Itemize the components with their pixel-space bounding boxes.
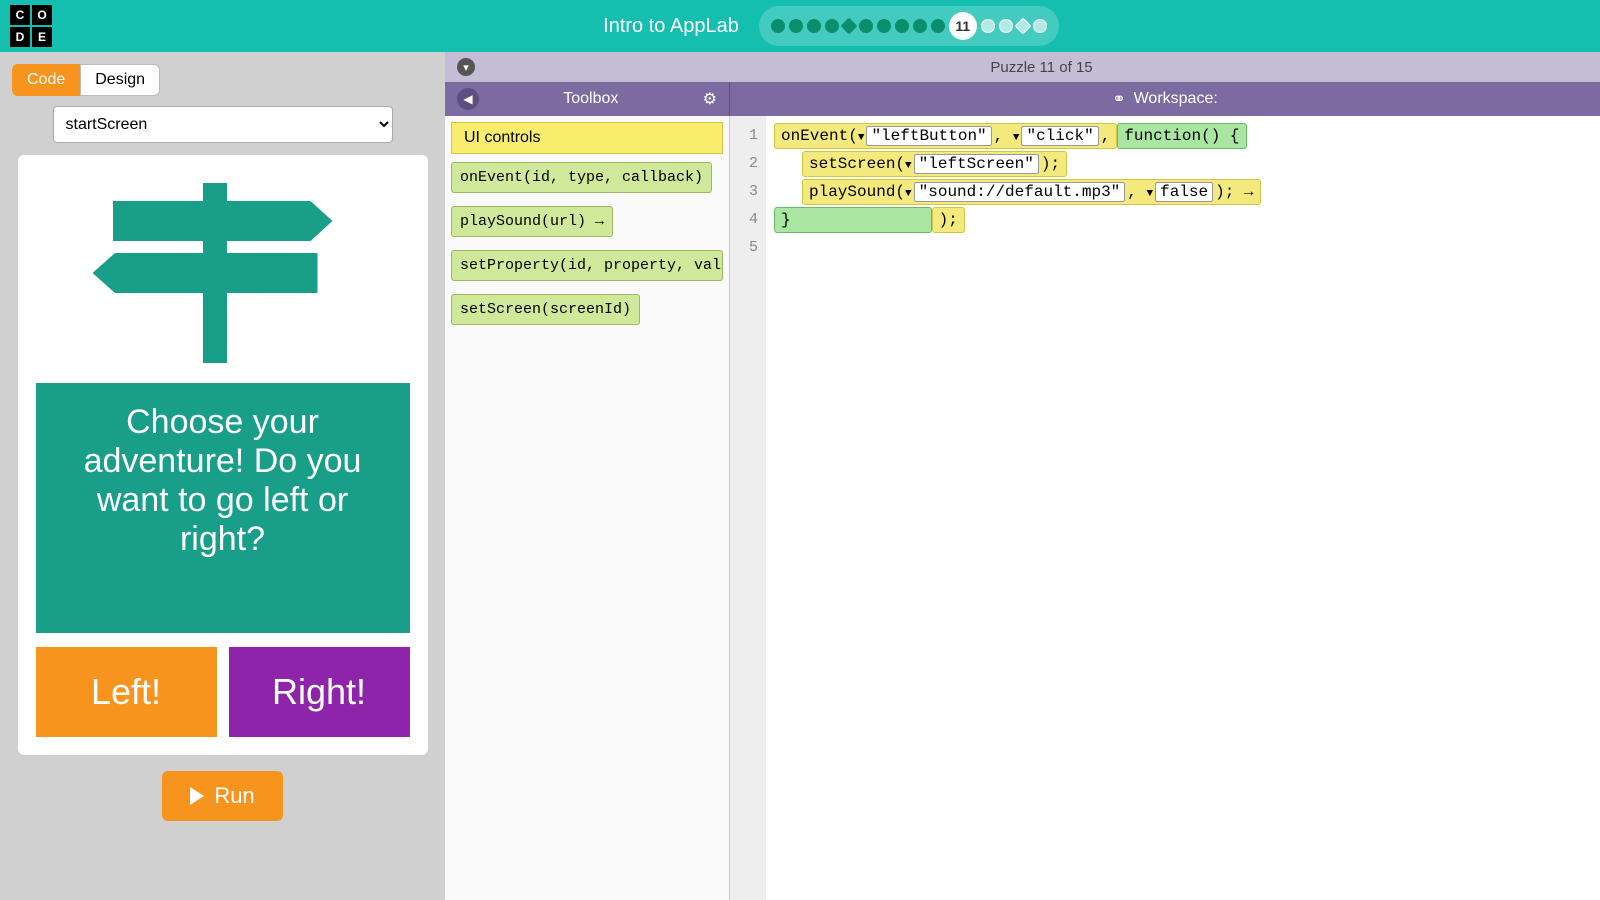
prompt-text: Choose your adventure! Do you want to go… [36, 383, 410, 633]
progress-current[interactable]: 11 [949, 12, 977, 40]
block-setscreen[interactable]: setScreen(screenId) [451, 294, 640, 325]
toolbox-panel: UI controls onEvent(id, type, callback) … [445, 116, 730, 900]
progress-bubble[interactable] [913, 19, 927, 33]
block-playsound[interactable]: playSound(url) → [451, 206, 613, 237]
screen-select[interactable]: startScreen [53, 106, 393, 143]
run-label: Run [214, 783, 254, 809]
tab-code[interactable]: Code [12, 64, 80, 96]
right-button[interactable]: Right! [229, 647, 410, 737]
block-onevent[interactable]: onEvent(id, type, callback) [451, 162, 712, 193]
puzzle-label: Puzzle 11 of 15 [495, 59, 1588, 76]
code-onevent[interactable]: onEvent(▼"leftButton", ▼"click", [774, 123, 1117, 149]
progress-bubble[interactable] [999, 19, 1013, 33]
block-setproperty[interactable]: setProperty(id, property, val [451, 250, 723, 281]
code-playsound[interactable]: playSound(▼"sound://default.mp3", ▼false… [802, 179, 1261, 205]
code-setscreen[interactable]: setScreen(▼"leftScreen"); [802, 151, 1067, 177]
toolbox-category[interactable]: UI controls [451, 122, 723, 154]
code-onevent-close[interactable]: ); [932, 207, 965, 233]
gear-icon[interactable]: ⚙ [703, 89, 717, 109]
preview-panel: Code Design startScreen Choose your adve… [0, 52, 445, 900]
collapse-icon[interactable]: ▾ [457, 58, 475, 76]
play-icon [190, 787, 204, 805]
progress-bubble[interactable] [1014, 18, 1031, 35]
workspace-panel: 12345 onEvent(▼"leftButton", ▼"click", f… [730, 116, 1600, 900]
progress-bubbles: 11 [759, 6, 1059, 46]
progress-bubble[interactable] [840, 18, 857, 35]
puzzle-bar: ▾ Puzzle 11 of 15 [445, 52, 1600, 82]
run-button[interactable]: Run [162, 771, 282, 821]
toolbox-back-icon[interactable]: ◀ [457, 88, 479, 110]
code-org-logo[interactable]: CO DE [10, 5, 52, 47]
tab-design[interactable]: Design [80, 64, 160, 96]
code-area[interactable]: onEvent(▼"leftButton", ▼"click", functio… [766, 116, 1600, 900]
code-callback-close[interactable]: } [774, 207, 932, 233]
signpost-image [73, 183, 373, 363]
progress-bubble[interactable] [981, 19, 995, 33]
progress-bubble[interactable] [1033, 19, 1047, 33]
toolbox-title: Toolbox [563, 90, 618, 108]
link-icon: ⚭ [1112, 89, 1125, 109]
progress-bubble[interactable] [789, 19, 803, 33]
lesson-title: Intro to AppLab [603, 15, 739, 38]
progress-bubble[interactable] [895, 19, 909, 33]
top-header: CO DE Intro to AppLab 11 [0, 0, 1600, 52]
progress-bubble[interactable] [825, 19, 839, 33]
progress-bubble[interactable] [771, 19, 785, 33]
code-callback-open[interactable]: function() { [1117, 123, 1246, 149]
workspace-title: Workspace: [1134, 90, 1218, 108]
progress-bubble[interactable] [877, 19, 891, 33]
progress-bubble[interactable] [859, 19, 873, 33]
phone-screen: Choose your adventure! Do you want to go… [18, 155, 428, 755]
left-button[interactable]: Left! [36, 647, 217, 737]
progress-bubble[interactable] [931, 19, 945, 33]
progress-bubble[interactable] [807, 19, 821, 33]
line-gutter: 12345 [730, 116, 766, 900]
